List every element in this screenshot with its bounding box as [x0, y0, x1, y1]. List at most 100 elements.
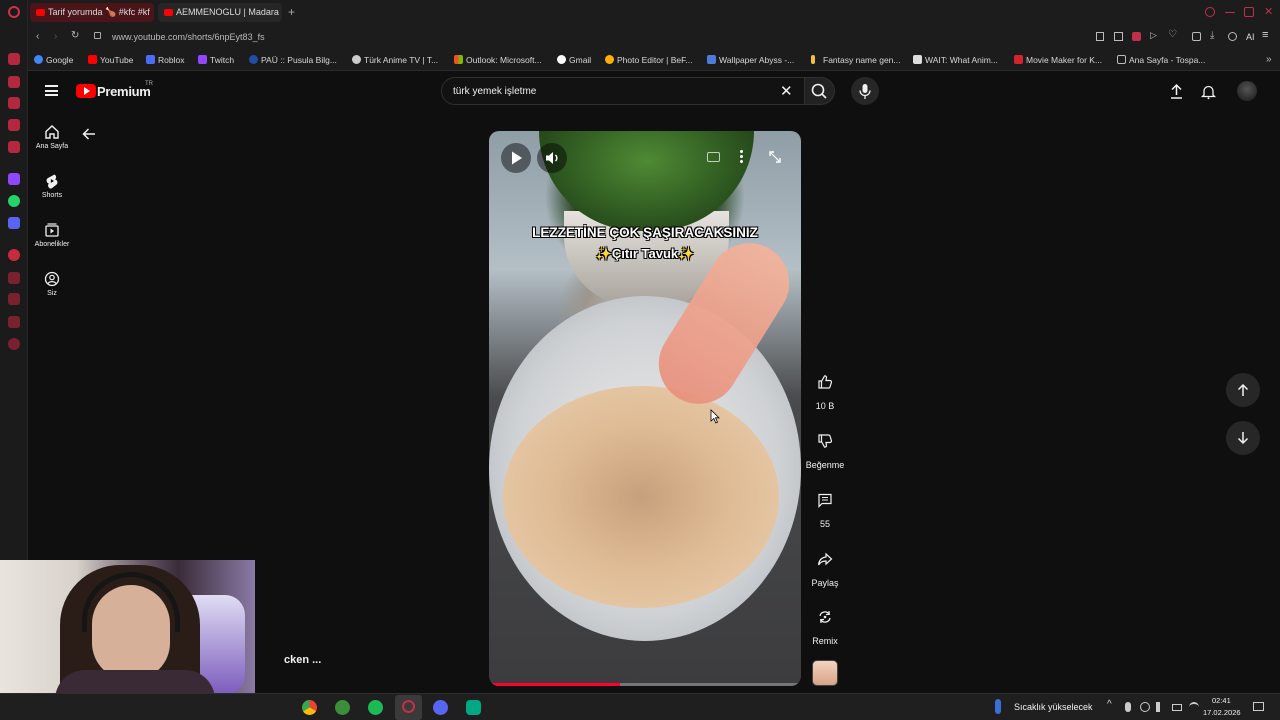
bookmark-photo-editor[interactable]: Photo Editor | BeF... [605, 54, 692, 66]
bookmark-roblox[interactable]: Roblox [146, 54, 184, 66]
next-short-button[interactable] [1226, 421, 1260, 455]
remix-button[interactable]: Remix [805, 600, 845, 646]
search-input[interactable]: türk yemek işletme [453, 86, 536, 97]
news-icon[interactable] [8, 119, 20, 131]
sidebar-item-subscriptions[interactable]: Abonelikler [32, 222, 72, 248]
bookmark-youtube[interactable]: YouTube [88, 54, 133, 66]
snapshot-icon[interactable] [1096, 32, 1104, 41]
bookmarks-icon[interactable] [8, 97, 20, 109]
spotify-icon[interactable] [368, 700, 383, 715]
hamburger-menu-icon[interactable] [45, 85, 58, 96]
shield-icon[interactable] [1132, 32, 1141, 41]
back-icon[interactable]: ‹ [36, 31, 39, 42]
like-button[interactable]: 10 B [805, 365, 845, 411]
extensions-icon[interactable] [8, 272, 20, 284]
bookmark-pusula[interactable]: PAÜ :: Pusula Bilg... [249, 54, 337, 66]
screen-icon[interactable] [1114, 32, 1123, 41]
menu-icon[interactable]: ≡ [1262, 29, 1268, 41]
minimize-icon[interactable] [1225, 12, 1235, 13]
battery-icon[interactable] [1172, 704, 1182, 711]
sound-thumbnail[interactable] [812, 660, 838, 686]
video-progress-bar[interactable] [489, 683, 801, 686]
bookmark-movie-maker[interactable]: Movie Maker for K... [1014, 54, 1102, 66]
opera-sidebar-icon[interactable] [8, 249, 20, 261]
bookmark-gmail[interactable]: Gmail [557, 54, 591, 66]
new-tab-button[interactable]: + [288, 5, 295, 19]
search-button[interactable] [805, 77, 835, 105]
sidebar-item-shorts[interactable]: Shorts [32, 173, 72, 199]
clock-date[interactable]: 17.02.2026 [1203, 708, 1241, 717]
notifications-bell-icon[interactable] [1200, 83, 1217, 100]
forward-icon[interactable]: › [54, 31, 57, 42]
volume-button[interactable] [537, 143, 567, 173]
google-icon [34, 55, 43, 64]
shorts-video-player[interactable]: LEZZETİNE ÇOK ŞAŞIRACAKSINIZ ✨Çıtır Tavu… [489, 131, 801, 686]
voice-search-button[interactable] [851, 77, 879, 105]
weather-text[interactable]: Sıcaklık yükselecek [1014, 702, 1093, 712]
wifi-icon[interactable] [1189, 702, 1199, 712]
more-bookmarks-icon[interactable]: » [1266, 54, 1272, 65]
bookmark-wait[interactable]: WAIT: What Anim... [913, 54, 998, 66]
bookmark-wallpaper-abyss[interactable]: Wallpaper Abyss -... [707, 54, 794, 66]
volume-tray-icon[interactable] [1156, 702, 1166, 712]
discord-icon[interactable] [8, 217, 20, 229]
back-arrow-icon[interactable] [81, 126, 97, 142]
thumbs-up-icon [818, 375, 833, 389]
download-icon[interactable]: ⤓ [1210, 30, 1214, 41]
reload-icon[interactable]: ↻ [71, 30, 79, 41]
share-button[interactable]: Paylaş [805, 542, 845, 588]
tray-app-icon[interactable] [1140, 702, 1150, 712]
history-icon[interactable] [8, 141, 20, 153]
wait-icon [913, 55, 922, 64]
tab-active[interactable]: Tarif yorumda 🍗 #kfc #kf [30, 3, 154, 22]
wallet-icon[interactable] [1192, 32, 1201, 41]
bookmark-google[interactable]: Google [34, 54, 73, 66]
search-tabs-icon[interactable] [1205, 7, 1215, 17]
sidebar-item-you[interactable]: Siz [32, 271, 72, 297]
bookmark-fantasy-name[interactable]: Fantasy name gen... [811, 54, 901, 66]
tab-inactive[interactable]: AEMMENOGLU | Madara [158, 3, 282, 22]
turk-anime-icon [352, 55, 361, 64]
maximize-icon[interactable] [1244, 7, 1254, 17]
music-icon[interactable] [8, 293, 20, 305]
extension-icon[interactable] [1228, 32, 1237, 41]
tray-chevron-icon[interactable]: ^ [1107, 699, 1112, 710]
search-box[interactable]: türk yemek işletme ✕ [441, 77, 805, 105]
notification-center-icon[interactable] [1253, 702, 1264, 711]
heart-icon[interactable]: ♡ [1168, 29, 1177, 40]
dislike-button[interactable]: Beğenme [805, 424, 845, 470]
app-icon[interactable] [335, 700, 350, 715]
more-options-icon[interactable] [739, 149, 743, 165]
opera-taskbar-icon[interactable] [395, 695, 422, 720]
twitch-sidebar-icon[interactable] [8, 173, 20, 185]
lock-icon [94, 32, 101, 39]
play-icon[interactable]: ▷ [1150, 30, 1157, 41]
avatar[interactable] [1237, 81, 1257, 101]
play-button[interactable] [501, 143, 531, 173]
discord-taskbar-icon[interactable] [433, 700, 448, 715]
whatsapp-taskbar-icon[interactable] [466, 700, 481, 715]
fullscreen-icon[interactable] [768, 150, 782, 164]
speed-dial-icon[interactable] [8, 76, 20, 88]
ai-button[interactable]: AI [1246, 32, 1255, 42]
clock-time[interactable]: 02:41 [1212, 696, 1231, 705]
url-field[interactable]: www.youtube.com/shorts/6npEyt83_fs [112, 32, 265, 42]
captions-icon[interactable] [707, 152, 720, 162]
bookmark-turk-anime[interactable]: Türk Anime TV | T... [352, 54, 438, 66]
bookmark-ana-sayfa[interactable]: Ana Sayfa - Tospa... [1117, 54, 1205, 66]
bookmark-outlook[interactable]: Outlook: Microsoft... [454, 54, 542, 66]
settings-sidebar-icon[interactable] [8, 338, 20, 350]
messages-icon[interactable] [8, 316, 20, 328]
bookmark-twitch[interactable]: Twitch [198, 54, 234, 66]
whatsapp-icon[interactable] [8, 195, 20, 207]
aria-icon[interactable] [8, 53, 20, 65]
chrome-icon[interactable] [302, 700, 317, 715]
previous-short-button[interactable] [1226, 373, 1260, 407]
upload-icon[interactable] [1168, 83, 1185, 100]
sidebar-item-home[interactable]: Ana Sayfa [32, 124, 72, 150]
comments-button[interactable]: 55 [805, 483, 845, 529]
clear-search-icon[interactable]: ✕ [780, 82, 793, 100]
close-window-icon[interactable]: ✕ [1264, 5, 1274, 18]
opera-logo-icon[interactable] [8, 6, 20, 18]
microphone-tray-icon[interactable] [1125, 702, 1131, 712]
